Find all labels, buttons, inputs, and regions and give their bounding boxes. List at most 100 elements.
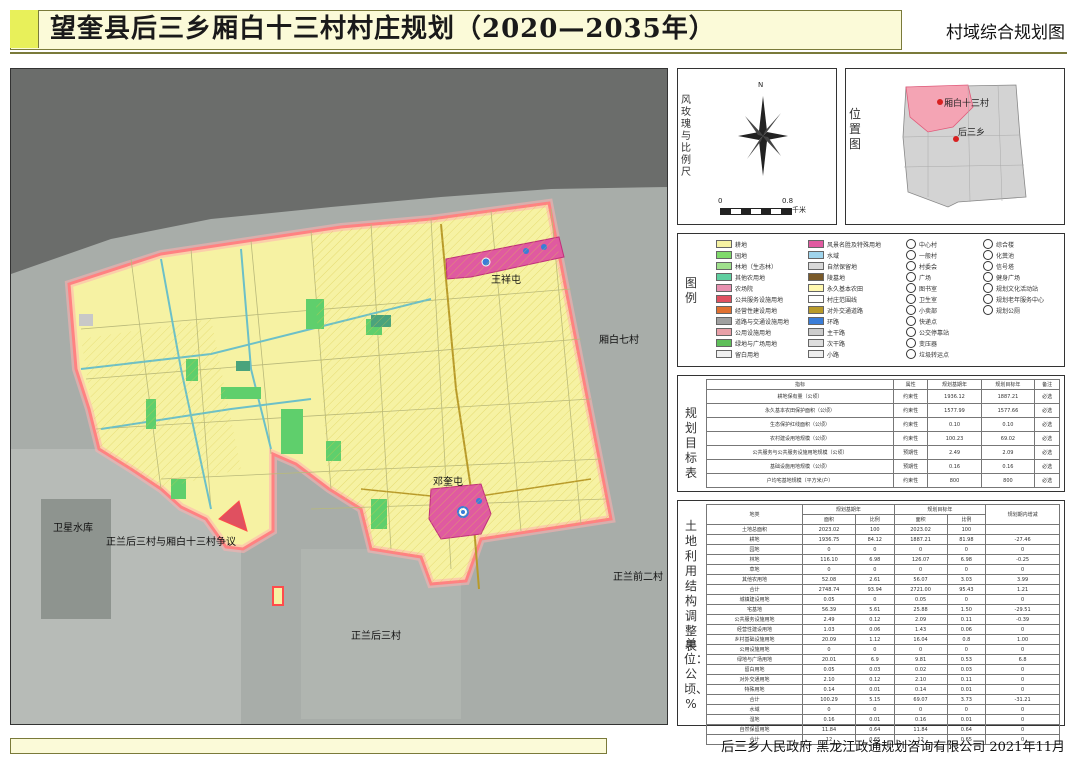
legend-label: 规划文化活动站 bbox=[996, 285, 1039, 293]
legend-label: 图书室 bbox=[919, 285, 938, 293]
wind-rose-icon bbox=[738, 96, 788, 176]
table-cell: 0 bbox=[985, 664, 1060, 675]
legend-swatch bbox=[808, 262, 824, 270]
scale-end: 0.8 bbox=[782, 197, 794, 205]
table-row: 合计 100.29 5.15 69.07 3.73 -31.21 bbox=[705, 694, 1060, 705]
table-cell: 0.01 bbox=[946, 714, 987, 725]
table-cell: 2023.02 bbox=[802, 524, 856, 535]
legend-label: 健身广场 bbox=[996, 274, 1021, 282]
table-cell: 0 bbox=[985, 544, 1060, 555]
table-cell: 合计 bbox=[705, 584, 804, 595]
legend-label: 垃圾转运点 bbox=[919, 351, 950, 359]
legend-swatch bbox=[808, 295, 824, 303]
table-cell: 0.14 bbox=[802, 684, 856, 695]
table-row: 公共服务与公共服务设施用地规模（公顷） 预期性 2.49 2.09 必选 bbox=[706, 445, 1060, 460]
table-cell: 0 bbox=[854, 564, 895, 575]
table-header-cell: 比例 bbox=[854, 514, 895, 525]
legend-item: 经营性建设用地 bbox=[716, 305, 777, 315]
table-header-cell: 面积 bbox=[802, 514, 856, 525]
table-header-cell: 规划基期年 bbox=[802, 504, 895, 515]
table-cell: 户均宅基地规模（平方米/户） bbox=[706, 473, 894, 488]
legend-symbol-icon bbox=[906, 294, 916, 304]
legend-label: 广场 bbox=[919, 274, 932, 282]
table-cell: 100.23 bbox=[927, 431, 982, 446]
main-map[interactable]: 王祥屯 厢白七村 邓奎屯 卫星水库 正兰后三村与厢白十三村争议 正兰前二村 正兰… bbox=[10, 68, 668, 725]
legend-label: 化粪池 bbox=[996, 252, 1015, 260]
legend-label: 公交停靠站 bbox=[919, 329, 950, 337]
table-cell: 20.09 bbox=[802, 634, 856, 645]
table-cell: 2.10 bbox=[893, 674, 948, 685]
legend-item: 规划文化活动站 bbox=[983, 283, 1038, 293]
table-cell: 0.8 bbox=[946, 634, 987, 645]
legend-item: 道路与交通设施用地 bbox=[716, 316, 789, 326]
legend-item: 一般村 bbox=[906, 250, 937, 260]
legend-symbol-icon bbox=[906, 338, 916, 348]
table-cell: 0 bbox=[985, 644, 1060, 655]
table-cell: 69.07 bbox=[893, 694, 948, 705]
table-cell: 0.64 bbox=[854, 724, 895, 735]
table-header-cell: 指标 bbox=[706, 379, 894, 390]
table-cell: 公用设施用地 bbox=[705, 644, 804, 655]
legend-swatch bbox=[716, 328, 732, 336]
targets-table: 指标 属性 规划基期年 规划目标年 备注 耕地保有量（公顷） 约束性 1936.12 1887.… bbox=[706, 379, 1060, 488]
table-header-cell: 面积 bbox=[893, 514, 948, 525]
legend-label: 留白用地 bbox=[735, 351, 760, 359]
table-cell: 0.10 bbox=[927, 417, 982, 432]
legend-swatch bbox=[716, 273, 732, 281]
table-cell: 0.11 bbox=[946, 614, 987, 625]
table-header-cell: 规划基期年 bbox=[927, 379, 982, 390]
table-row: 公用设施用地 0 0 0 0 0 bbox=[705, 644, 1060, 655]
table-cell: 0 bbox=[985, 714, 1060, 725]
legend-item: 林地（生态林） bbox=[716, 261, 777, 271]
legend-swatch bbox=[716, 295, 732, 303]
table-cell: 0 bbox=[946, 704, 987, 715]
legend-item: 中心村 bbox=[906, 239, 937, 249]
table-row: 户均宅基地规模（平方米/户） 约束性 800 800 必选 bbox=[706, 473, 1060, 488]
header-rule bbox=[10, 52, 1067, 54]
legend-label: 综合楼 bbox=[996, 241, 1015, 249]
legend-item: 垃圾转运点 bbox=[906, 349, 949, 359]
page-subtitle: 村域综合规划图 bbox=[946, 23, 1065, 43]
legend-label: 环路 bbox=[827, 318, 840, 326]
table-cell: 约束性 bbox=[892, 431, 929, 446]
legend-label: 村庄范围线 bbox=[827, 296, 858, 304]
legend-label: 道路与交通设施用地 bbox=[735, 318, 790, 326]
table-cell: 0.14 bbox=[893, 684, 948, 695]
scale-bar bbox=[720, 208, 792, 215]
table-cell: 6.8 bbox=[985, 654, 1060, 665]
table-cell: 其他农用地 bbox=[705, 574, 804, 585]
legend-item: 其他农用地 bbox=[716, 272, 765, 282]
legend-swatch bbox=[716, 350, 732, 358]
table-cell: 0.05 bbox=[802, 664, 856, 675]
table-cell: 800 bbox=[927, 473, 982, 488]
legend-symbol-icon bbox=[983, 294, 993, 304]
legend-label: 农场院 bbox=[735, 285, 754, 293]
table-cell: 必选 bbox=[1034, 431, 1060, 446]
table-cell: 0.05 bbox=[893, 594, 948, 605]
table-cell: 3.99 bbox=[985, 574, 1060, 585]
table-cell: 0.01 bbox=[854, 684, 895, 695]
table-cell: 0 bbox=[854, 704, 895, 715]
table-cell: -29.51 bbox=[985, 604, 1060, 615]
table-row: 水域 0 0 0 0 0 bbox=[705, 704, 1060, 715]
legend-label: 公用设施用地 bbox=[735, 329, 772, 337]
table-row: 耕地 1936.75 84.12 1887.21 81.98 -27.46 bbox=[705, 534, 1060, 545]
table-cell: 0 bbox=[985, 724, 1060, 735]
legend-item: 耕地 bbox=[716, 239, 747, 249]
title-accent bbox=[10, 10, 39, 48]
table-row: 自然保留用地 11.84 0.64 11.84 0.64 0 bbox=[705, 724, 1060, 735]
table-cell: 0.64 bbox=[946, 724, 987, 735]
table-cell: 1.21 bbox=[985, 584, 1060, 595]
table-cell: 必选 bbox=[1034, 389, 1060, 404]
table-header-row: 地类 规划基期年 规划目标年 规划期内增减 bbox=[705, 504, 1060, 525]
table-cell: 0.06 bbox=[854, 624, 895, 635]
legend-symbol-icon bbox=[983, 305, 993, 315]
table-cell: 必选 bbox=[1034, 417, 1060, 432]
legend-label: 卫生室 bbox=[919, 296, 938, 304]
legend-item: 健身广场 bbox=[983, 272, 1020, 282]
table-row: 其他农用地 52.08 2.61 56.07 3.03 3.99 bbox=[705, 574, 1060, 585]
legend-item: 信号塔 bbox=[983, 261, 1014, 271]
table-cell: 合计 bbox=[705, 694, 804, 705]
legend-swatch bbox=[808, 350, 824, 358]
table-row: 耕地保有量（公顷） 约束性 1936.12 1887.21 必选 bbox=[706, 389, 1060, 404]
